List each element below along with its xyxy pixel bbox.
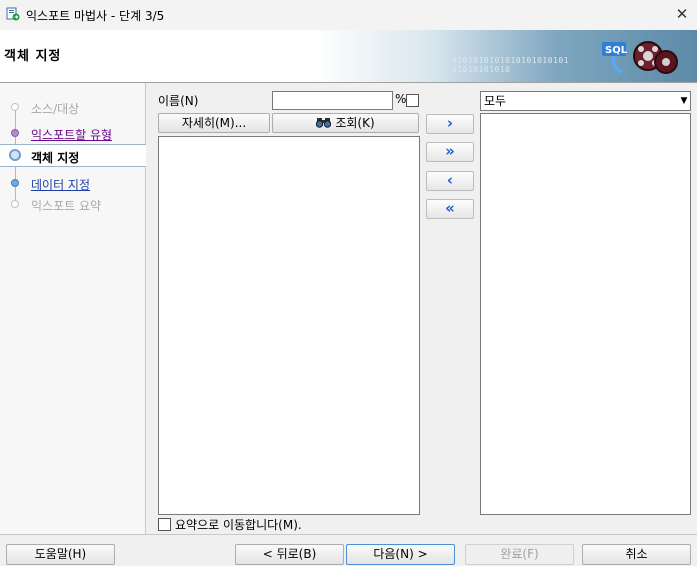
nav-step-label: 익스포트 요약 xyxy=(31,199,102,213)
available-objects-list[interactable] xyxy=(158,136,420,515)
query-button[interactable]: 조회(K) xyxy=(272,113,419,133)
chevron-down-icon[interactable]: ▼ xyxy=(677,91,691,111)
page-title: 객체 지정 xyxy=(4,49,62,64)
percent-label: % xyxy=(395,92,407,106)
cancel-button[interactable]: 취소 xyxy=(582,544,691,565)
object-type-select[interactable]: 모두 xyxy=(480,91,691,111)
nav-step-label: 객체 지정 xyxy=(31,151,80,165)
close-icon[interactable]: ✕ xyxy=(670,3,694,25)
step-dot-icon xyxy=(11,200,19,208)
step-dot-icon xyxy=(11,103,19,111)
header-banner xyxy=(0,30,697,82)
skip-to-summary-checkbox[interactable] xyxy=(158,518,171,531)
nav-step-source-target: 소스/대상 xyxy=(0,96,146,118)
nav-step-object-spec: 객체 지정 xyxy=(0,146,146,168)
move-right-button[interactable]: › xyxy=(426,114,474,134)
step-dot-icon xyxy=(11,129,19,137)
move-all-left-button[interactable]: « xyxy=(426,199,474,219)
finish-button[interactable]: 완료(F) xyxy=(465,544,574,565)
banner-binary-text: 0101010101010101010101 01010101010 xyxy=(452,56,569,74)
svg-text:SQL: SQL xyxy=(605,45,628,56)
name-filter-input[interactable] xyxy=(272,91,393,110)
footer-divider xyxy=(0,534,697,535)
name-label: 이름(N) xyxy=(158,94,199,108)
next-button[interactable]: 다음(N) > xyxy=(346,544,455,565)
nav-step-label[interactable]: 익스포트할 유형 xyxy=(31,126,112,143)
move-all-right-button[interactable]: » xyxy=(426,142,474,162)
export-wizard-icon xyxy=(6,7,20,21)
binoculars-icon xyxy=(316,114,332,132)
nav-step-export-summary: 익스포트 요약 xyxy=(0,193,146,215)
wildcard-checkbox[interactable] xyxy=(406,94,419,107)
selected-objects-list[interactable] xyxy=(480,113,691,515)
nav-step-export-types[interactable]: 익스포트할 유형 xyxy=(0,122,146,144)
help-button[interactable]: 도움말(H) xyxy=(6,544,115,565)
move-left-button[interactable]: ‹ xyxy=(426,171,474,191)
nav-step-data-spec[interactable]: 데이터 지정 xyxy=(0,172,146,194)
step-dot-icon xyxy=(11,179,19,187)
back-button[interactable]: < 뒤로(B) xyxy=(235,544,344,565)
skip-to-summary-label[interactable]: 요약으로 이동합니다(M). xyxy=(175,516,302,533)
sql-export-logo-icon: SQL xyxy=(602,41,678,74)
nav-step-label: 소스/대상 xyxy=(31,102,80,116)
query-button-label: 조회(K) xyxy=(335,116,375,130)
window-title: 익스포트 마법사 - 단계 3/5 xyxy=(26,9,165,23)
more-button[interactable]: 자세히(M)... xyxy=(158,113,270,133)
step-dot-current-icon xyxy=(9,149,21,161)
nav-step-label[interactable]: 데이터 지정 xyxy=(31,176,90,193)
